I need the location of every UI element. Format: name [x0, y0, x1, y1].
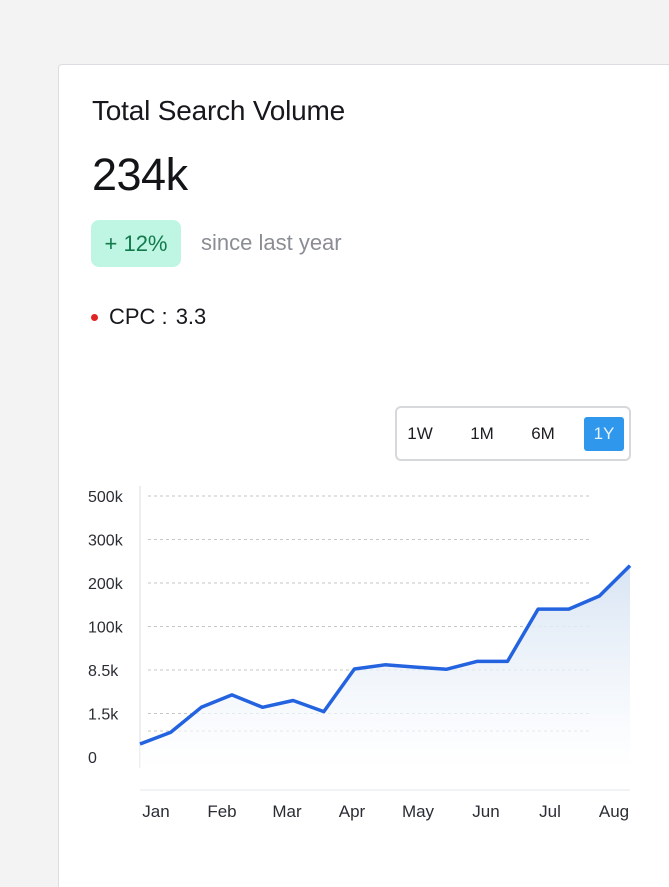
search-volume-chart: 500k 300k 200k 100k 8.5k 1.5k 0 Jan Feb Mar Apr May… — [88, 486, 632, 821]
x-tick-label: May — [402, 802, 435, 821]
y-tick-label: 500k — [88, 489, 124, 506]
series-area — [140, 565, 630, 768]
x-tick-label: Jun — [472, 802, 499, 821]
y-tick-label: 100k — [88, 620, 124, 637]
x-tick-label: Jul — [539, 802, 561, 821]
y-tick-label: 300k — [88, 533, 124, 550]
y-tick-label: 8.5k — [88, 663, 119, 680]
x-tick-label: Aug — [599, 802, 629, 821]
x-tick-label: Apr — [339, 802, 366, 821]
x-tick-label: Feb — [207, 802, 236, 821]
y-tick-label: 200k — [88, 576, 124, 593]
x-tick-label: Jan — [142, 802, 169, 821]
x-tick-label: Mar — [272, 802, 302, 821]
y-tick-label: 1.5k — [88, 707, 119, 724]
y-tick-label: 0 — [88, 750, 97, 767]
